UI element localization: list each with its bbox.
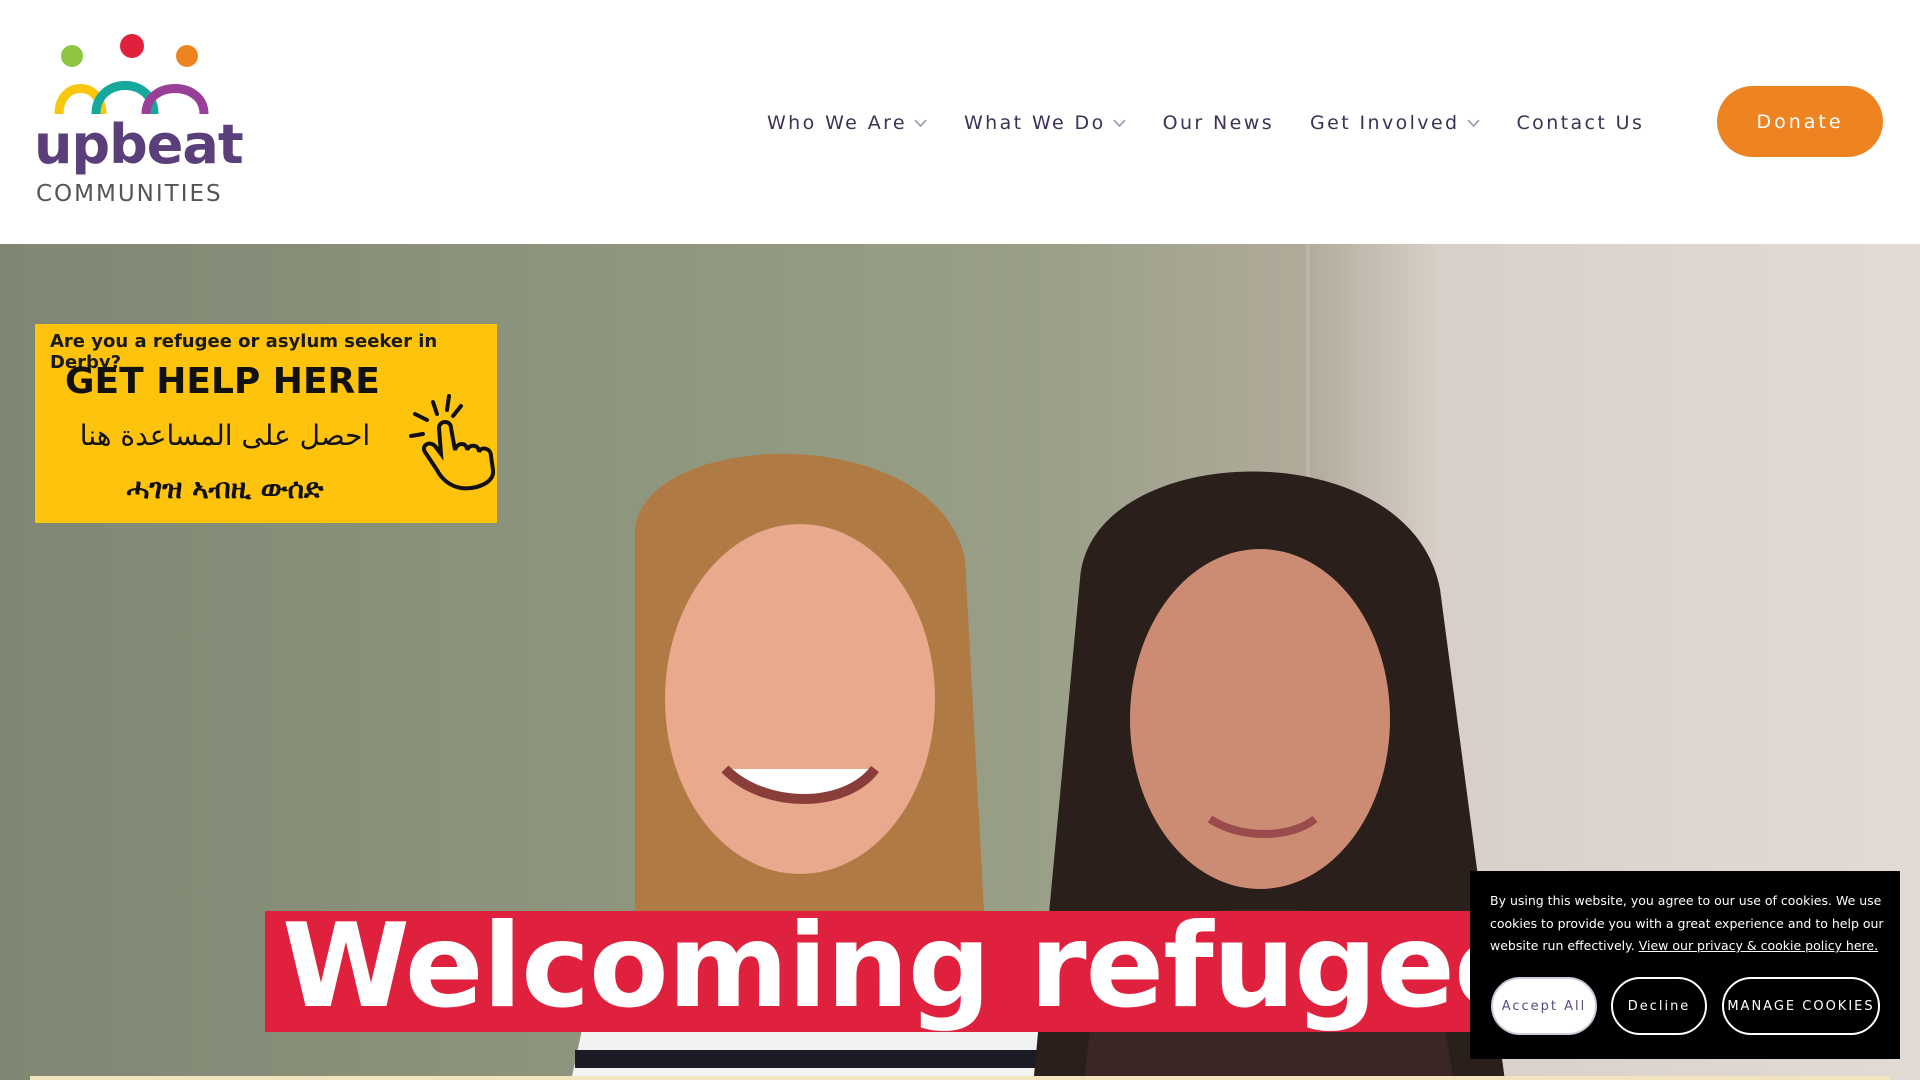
nav-label: What We Do xyxy=(963,112,1106,134)
cookie-message-block: By using this website, you agree to our … xyxy=(1490,890,1885,958)
nav-contact-us[interactable]: Contact Us xyxy=(1517,112,1645,134)
logo-wordmark: upbeat xyxy=(34,113,244,176)
hero-subheading-strip xyxy=(30,1076,1890,1080)
pointing-hand-icon xyxy=(409,394,496,491)
logo-subword: COMMUNITIES xyxy=(36,181,223,207)
help-banner-heading: GET HELP HERE xyxy=(65,361,380,402)
cookie-consent-panel: By using this website, you agree to our … xyxy=(1470,871,1900,1059)
nav-our-news[interactable]: Our News xyxy=(1163,112,1274,134)
decline-button[interactable]: Decline xyxy=(1611,977,1707,1035)
nav-who-we-are[interactable]: Who We Are xyxy=(767,112,928,134)
nav-label: Contact Us xyxy=(1516,112,1645,134)
nav-label: Our News xyxy=(1162,112,1274,134)
site-header: upbeat COMMUNITIES Who We Are What We Do… xyxy=(0,0,1920,244)
main-nav: Who We Are What We Do Our News Get Invol… xyxy=(767,108,1680,138)
help-banner-arabic: احصل على المساعدة هنا xyxy=(79,419,371,452)
help-banner-tigrinya: ሓገዝ ኣብዚ ውሰድ xyxy=(126,472,324,505)
get-help-banner[interactable]: Are you a refugee or asylum seeker in De… xyxy=(35,324,497,523)
cookie-policy-link[interactable]: View our privacy & cookie policy here. xyxy=(1639,938,1878,953)
logo-people-icon xyxy=(54,34,209,115)
hero-headline: Welcoming refugee xyxy=(282,899,1533,1034)
nav-what-we-do[interactable]: What We Do xyxy=(964,112,1127,134)
chevron-down-icon xyxy=(1113,119,1126,128)
nav-get-involved[interactable]: Get Involved xyxy=(1310,112,1481,134)
chevron-down-icon xyxy=(914,119,927,128)
donate-button[interactable]: Donate xyxy=(1717,86,1883,157)
chevron-down-icon xyxy=(1466,119,1480,128)
upbeat-logo[interactable]: upbeat COMMUNITIES xyxy=(34,30,244,215)
accept-all-button[interactable]: Accept All xyxy=(1491,977,1597,1035)
manage-cookies-button[interactable]: MANAGE COOKIES xyxy=(1722,977,1880,1035)
nav-label: Get Involved xyxy=(1310,112,1460,134)
nav-label: Who We Are xyxy=(767,112,907,134)
